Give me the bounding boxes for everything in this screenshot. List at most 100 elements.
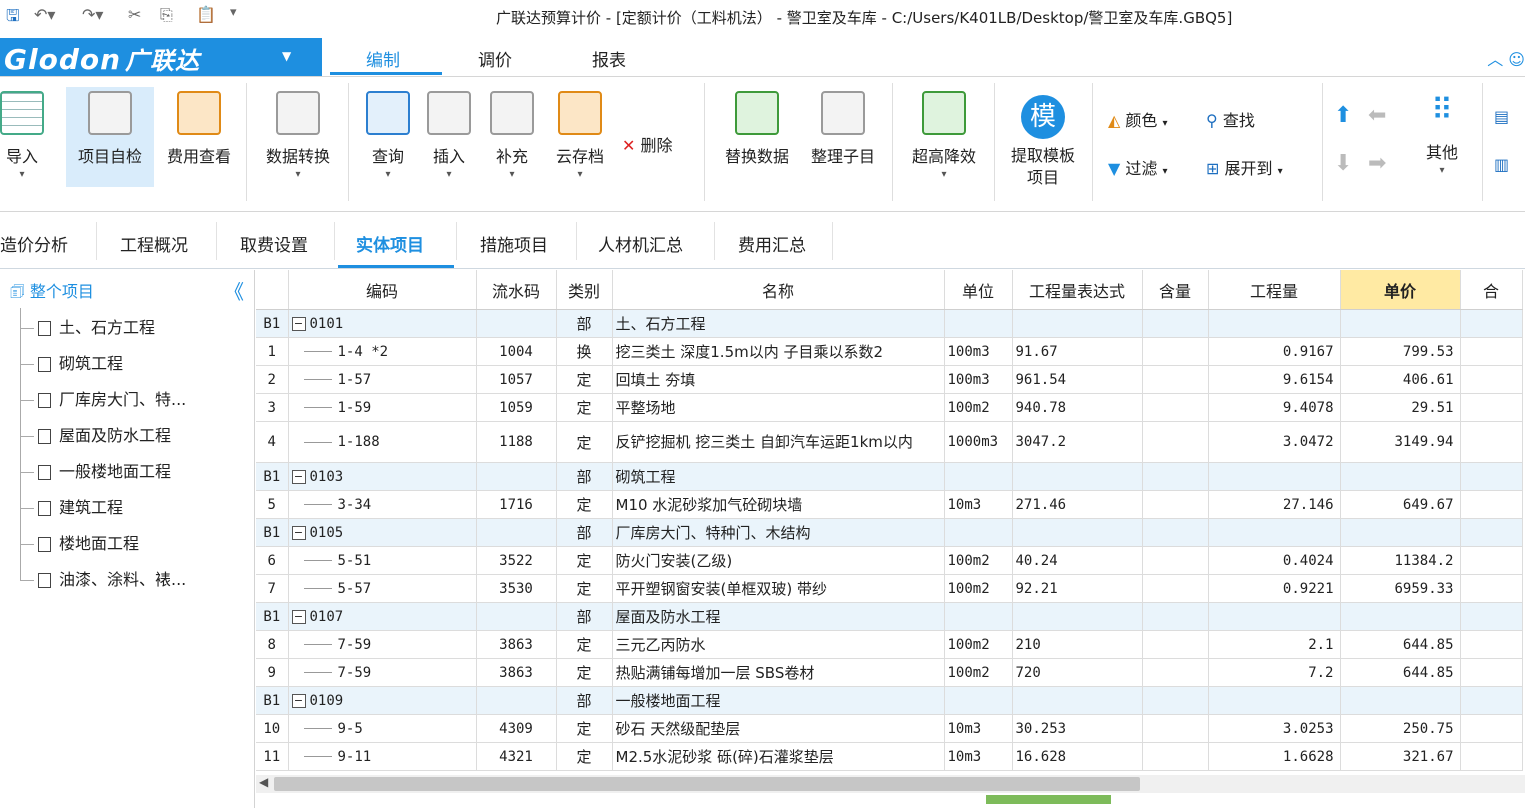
type-cell[interactable]: 定 xyxy=(556,658,613,687)
total-cell[interactable] xyxy=(1460,714,1523,743)
query-button[interactable]: 查询 ▾ xyxy=(362,91,414,180)
serial-cell[interactable]: 3863 xyxy=(476,630,557,659)
serial-cell[interactable]: 1057 xyxy=(476,365,557,394)
data-convert-button[interactable]: 数据转换 ▾ xyxy=(258,91,338,180)
total-cell[interactable] xyxy=(1460,393,1523,422)
name-cell[interactable]: 厂库房大门、特种门、木结构 xyxy=(612,518,945,547)
price-cell[interactable]: 6959.33 xyxy=(1340,574,1461,603)
col-code[interactable]: 编码 xyxy=(288,270,477,310)
col-serial[interactable]: 流水码 xyxy=(476,270,557,310)
code-cell[interactable]: −0101 xyxy=(288,309,477,338)
content-cell[interactable] xyxy=(1142,421,1209,463)
name-cell[interactable]: 平开塑钢窗安装(单框双玻) 带纱 xyxy=(612,574,945,603)
quantity-cell[interactable] xyxy=(1208,309,1341,338)
paste-icon[interactable]: 📋 xyxy=(196,5,216,24)
serial-cell[interactable]: 1059 xyxy=(476,393,557,422)
serial-cell[interactable]: 4309 xyxy=(476,714,557,743)
price-cell[interactable]: 250.75 xyxy=(1340,714,1461,743)
type-cell[interactable]: 换 xyxy=(556,337,613,366)
unit-cell[interactable] xyxy=(944,518,1013,547)
unit-cell[interactable]: 10m3 xyxy=(944,742,1013,771)
move-left-icon[interactable]: ⬅ xyxy=(1368,103,1386,128)
unit-cell[interactable]: 100m2 xyxy=(944,393,1013,422)
tab-fee-summary[interactable]: 费用汇总 xyxy=(738,231,806,256)
type-cell[interactable]: 部 xyxy=(556,462,613,491)
expr-cell[interactable]: 271.46 xyxy=(1012,490,1143,519)
quantity-cell[interactable]: 0.9167 xyxy=(1208,337,1341,366)
scroll-left-icon[interactable]: ◀ xyxy=(259,775,268,789)
collapse-toggle-icon[interactable]: − xyxy=(291,693,306,708)
code-cell[interactable]: 7-59 xyxy=(288,630,477,659)
code-cell[interactable]: 5-57 xyxy=(288,574,477,603)
name-cell[interactable]: 屋面及防水工程 xyxy=(612,602,945,631)
quantity-cell[interactable]: 1.6628 xyxy=(1208,742,1341,771)
group-row[interactable]: B1−0107 部屋面及防水工程 xyxy=(256,602,1523,631)
tab-compile[interactable]: 编制 xyxy=(366,46,400,71)
content-cell[interactable] xyxy=(1142,742,1209,771)
table-row[interactable]: 9 7-59 3863 定热贴满铺每增加一层 SBS卷材 100m2 720 7.2 644.… xyxy=(256,658,1523,687)
code-cell[interactable]: 9-5 xyxy=(288,714,477,743)
serial-cell[interactable]: 1188 xyxy=(476,421,557,463)
row-number[interactable]: 3 xyxy=(256,393,289,422)
name-cell[interactable]: M2.5水泥砂浆 砾(碎)石灌浆垫层 xyxy=(612,742,945,771)
tab-project-overview[interactable]: 工程概况 xyxy=(120,231,188,256)
quantity-cell[interactable]: 9.6154 xyxy=(1208,365,1341,394)
expr-cell[interactable]: 3047.2 xyxy=(1012,421,1143,463)
quick-access-menu-icon[interactable]: ▾ xyxy=(230,5,237,20)
table-row[interactable]: 1 1-4 *2 1004 换挖三类土 深度1.5m以内 子目乘以系数2 100m3 91… xyxy=(256,337,1523,366)
tab-entity-items[interactable]: 实体项目 xyxy=(356,231,424,256)
group-row[interactable]: B1−0109 部一般楼地面工程 xyxy=(256,686,1523,715)
code-cell[interactable]: −0105 xyxy=(288,518,477,547)
tree-item[interactable]: 建筑工程 xyxy=(20,494,123,518)
group-row[interactable]: B1−0105 部厂库房大门、特种门、木结构 xyxy=(256,518,1523,547)
code-cell[interactable]: −0109 xyxy=(288,686,477,715)
document-icon[interactable]: ▥ xyxy=(1494,155,1509,174)
price-cell[interactable]: 649.67 xyxy=(1340,490,1461,519)
unit-cell[interactable] xyxy=(944,602,1013,631)
cloud-archive-button[interactable]: 云存档 ▾ xyxy=(550,91,610,180)
collapse-toggle-icon[interactable]: − xyxy=(291,609,306,624)
tree-item[interactable]: 厂库房大门、特... xyxy=(20,386,186,410)
type-cell[interactable]: 部 xyxy=(556,602,613,631)
unit-cell[interactable]: 100m2 xyxy=(944,630,1013,659)
serial-cell[interactable] xyxy=(476,518,557,547)
col-total[interactable]: 合 xyxy=(1460,270,1523,310)
tree-item[interactable]: 屋面及防水工程 xyxy=(20,422,171,446)
tree-item[interactable]: 油漆、涂料、裱... xyxy=(20,566,186,590)
price-cell[interactable]: 644.85 xyxy=(1340,630,1461,659)
price-cell[interactable]: 799.53 xyxy=(1340,337,1461,366)
name-cell[interactable]: 回填土 夯填 xyxy=(612,365,945,394)
quantity-cell[interactable] xyxy=(1208,462,1341,491)
content-cell[interactable] xyxy=(1142,714,1209,743)
price-cell[interactable]: 644.85 xyxy=(1340,658,1461,687)
collapse-toggle-icon[interactable]: − xyxy=(291,316,306,331)
unit-cell[interactable] xyxy=(944,309,1013,338)
code-cell[interactable]: −0107 xyxy=(288,602,477,631)
total-cell[interactable] xyxy=(1460,686,1523,715)
tab-report[interactable]: 报表 xyxy=(592,46,626,71)
content-cell[interactable] xyxy=(1142,365,1209,394)
type-cell[interactable]: 定 xyxy=(556,574,613,603)
col-unit[interactable]: 单位 xyxy=(944,270,1013,310)
total-cell[interactable] xyxy=(1460,658,1523,687)
content-cell[interactable] xyxy=(1142,602,1209,631)
tab-fee-settings[interactable]: 取费设置 xyxy=(240,231,308,256)
splitter-handle[interactable] xyxy=(986,795,1111,804)
code-cell[interactable]: 1-4 *2 xyxy=(288,337,477,366)
fee-view-button[interactable]: 费用查看 xyxy=(160,91,238,167)
quantity-cell[interactable]: 27.146 xyxy=(1208,490,1341,519)
row-number[interactable]: 11 xyxy=(256,742,289,771)
price-cell[interactable]: 11384.2 xyxy=(1340,546,1461,575)
total-cell[interactable] xyxy=(1460,421,1523,463)
col-name[interactable]: 名称 xyxy=(612,270,945,310)
row-number[interactable]: 5 xyxy=(256,490,289,519)
table-row[interactable]: 11 9-11 4321 定 M2.5水泥砂浆 砾(碎)石灌浆垫层 10m3 16.628 1… xyxy=(256,742,1523,771)
price-cell[interactable] xyxy=(1340,686,1461,715)
move-down-icon[interactable]: ⬇ xyxy=(1334,151,1352,176)
quantity-cell[interactable] xyxy=(1208,686,1341,715)
price-cell[interactable] xyxy=(1340,309,1461,338)
move-right-icon[interactable]: ➡ xyxy=(1368,151,1386,176)
serial-cell[interactable] xyxy=(476,462,557,491)
price-cell[interactable]: 3149.94 xyxy=(1340,421,1461,463)
type-cell[interactable]: 部 xyxy=(556,518,613,547)
